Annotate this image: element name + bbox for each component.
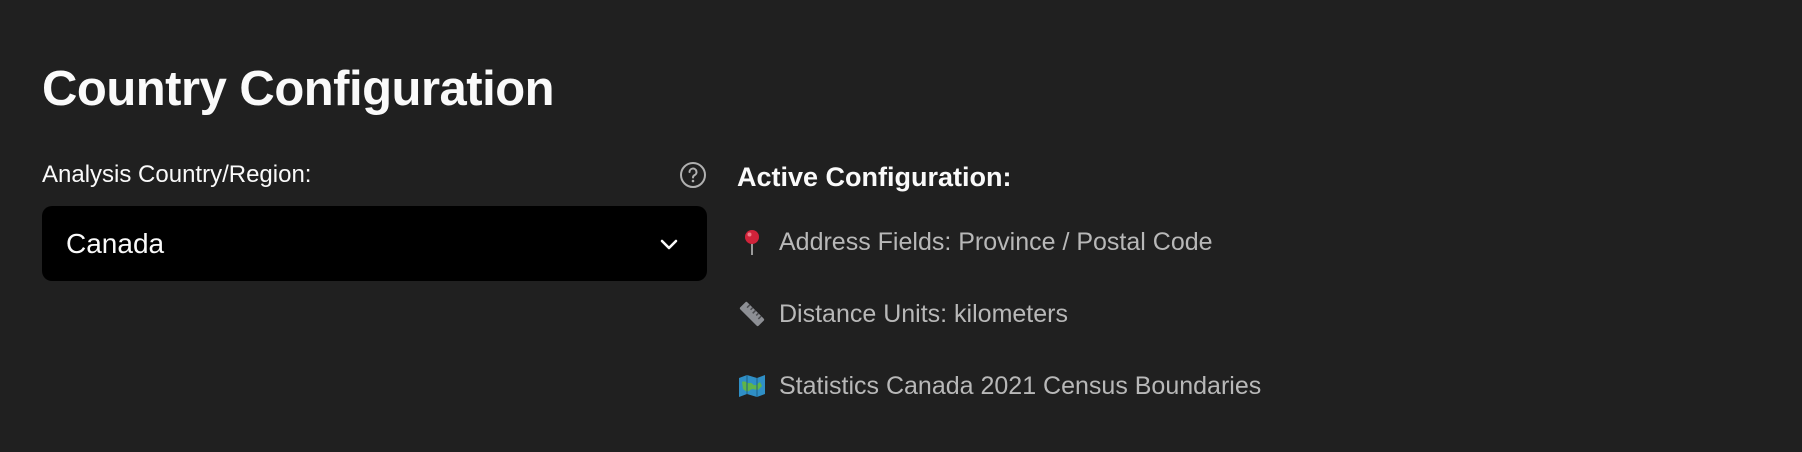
configuration-list: Address Fields: Province / Postal Code D… [737, 224, 1437, 404]
pushpin-icon [737, 227, 767, 257]
config-item-distance-units: Distance Units: kilometers [737, 296, 1437, 332]
country-select-dropdown[interactable]: Canada [42, 206, 707, 281]
field-label-row: Analysis Country/Region: [42, 158, 707, 192]
country-select-field: Analysis Country/Region: Canada [42, 158, 707, 281]
page-title: Country Configuration [42, 62, 555, 116]
country-select-label: Analysis Country/Region: [42, 161, 312, 188]
active-configuration-heading: Active Configuration: [737, 162, 1012, 192]
config-item-label: Statistics Canada 2021 Census Boundaries [779, 371, 1262, 400]
config-item-boundaries: Statistics Canada 2021 Census Boundaries [737, 368, 1437, 404]
config-item-label: Distance Units: kilometers [779, 299, 1068, 328]
country-select-value: Canada [66, 227, 165, 259]
config-item-address-fields: Address Fields: Province / Postal Code [737, 224, 1437, 260]
config-item-label: Address Fields: Province / Postal Code [779, 227, 1213, 256]
help-question-icon[interactable] [679, 161, 707, 189]
chevron-down-icon [657, 232, 681, 256]
active-configuration-panel: Active Configuration: Address Fields: Pr… [737, 158, 1437, 440]
map-icon [737, 371, 767, 401]
ruler-icon [737, 299, 767, 329]
